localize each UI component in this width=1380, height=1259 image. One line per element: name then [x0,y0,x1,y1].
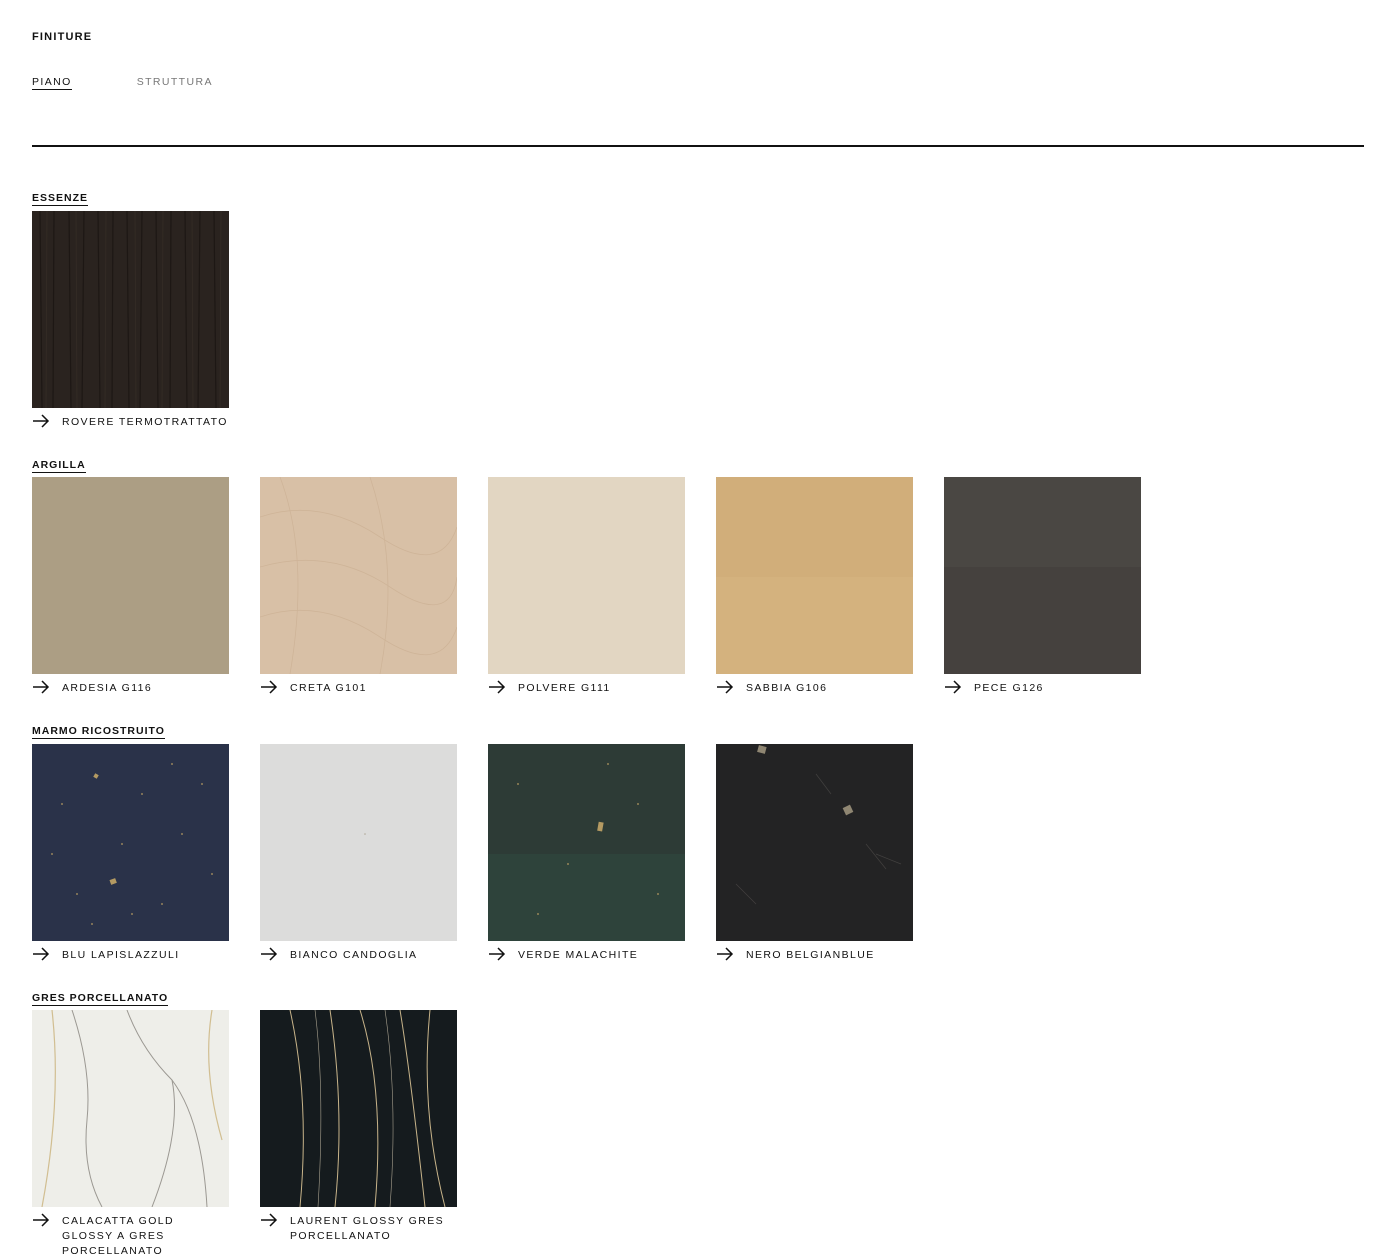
section-title-marmo-ricostruito: MARMO RICOSTRUITO [32,725,165,739]
tab-piano[interactable]: PIANO [32,76,72,90]
finish-name: NERO BELGIANBLUE [746,949,875,961]
finish-label: BIANCO CANDOGLIA [260,947,457,963]
finish-name: CALACATTA GOLD GLOSSY A GRES PORCELLANAT… [62,1215,174,1257]
finish-label: POLVERE G111 [488,680,685,696]
finish-name: ARDESIA G116 [62,682,153,694]
finish-item-creta-g101[interactable]: CRETA G101 [260,477,457,696]
arrow-right-icon [261,947,278,961]
finish-swatch [716,744,913,941]
finish-name: POLVERE G111 [518,682,611,694]
finish-item-sabbia-g106[interactable]: SABBIA G106 [716,477,913,696]
finish-name: CRETA G101 [290,682,367,694]
finish-swatch [260,1010,457,1207]
finish-swatch [944,477,1141,674]
finish-item-nero-belgianblue[interactable]: NERO BELGIANBLUE [716,744,913,963]
finish-name: VERDE MALACHITE [518,949,639,961]
finish-name: LAURENT GLOSSY GRES PORCELLANATO [290,1215,445,1242]
section-row-argilla: ARDESIA G116 CRETA G101 POLVERE G111 SAB… [32,477,1141,696]
arrow-right-icon [489,680,506,694]
finish-item-bianco-candoglia[interactable]: BIANCO CANDOGLIA [260,744,457,963]
finish-swatch [488,477,685,674]
page-title: FINITURE [32,31,93,43]
finish-label: ARDESIA G116 [32,680,229,696]
finish-swatch [260,477,457,674]
finish-swatch [32,744,229,941]
section-row-essenze: ROVERE TERMOTRATTATO [32,211,229,430]
finish-label: ROVERE TERMOTRATTATO [32,414,229,430]
section-title-gres-porcellanato: GRES PORCELLANATO [32,992,169,1006]
finish-name: ROVERE TERMOTRATTATO [62,416,228,428]
arrow-right-icon [261,1213,278,1227]
finish-label: VERDE MALACHITE [488,947,685,963]
section-title-argilla: ARGILLA [32,459,86,473]
finish-swatch [32,211,229,408]
finish-label: CRETA G101 [260,680,457,696]
finish-item-rovere-termotrattato[interactable]: ROVERE TERMOTRATTATO [32,211,229,430]
finish-swatch [488,744,685,941]
section-title-essenze: ESSENZE [32,192,89,206]
finish-name: BLU LAPISLAZZULI [62,949,180,961]
arrow-right-icon [33,1213,50,1227]
finish-swatch [260,744,457,941]
finish-item-laurent-glossy[interactable]: LAURENT GLOSSY GRES PORCELLANATO [260,1010,457,1259]
section-row-gres-porcellanato: CALACATTA GOLD GLOSSY A GRES PORCELLANAT… [32,1010,457,1259]
finish-item-ardesia-g116[interactable]: ARDESIA G116 [32,477,229,696]
finish-item-blu-lapislazzuli[interactable]: BLU LAPISLAZZULI [32,744,229,963]
finish-swatch [716,477,913,674]
finish-tabs: PIANO STRUTTURA [32,76,213,90]
arrow-right-icon [945,680,962,694]
arrow-right-icon [717,680,734,694]
finish-label: SABBIA G106 [716,680,913,696]
finish-label: LAURENT GLOSSY GRES PORCELLANATO [260,1213,457,1244]
finish-item-pece-g126[interactable]: PECE G126 [944,477,1141,696]
finish-item-verde-malachite[interactable]: VERDE MALACHITE [488,744,685,963]
finish-label: BLU LAPISLAZZULI [32,947,229,963]
finish-swatch [32,477,229,674]
arrow-right-icon [717,947,734,961]
finish-name: PECE G126 [974,682,1044,694]
finish-item-polvere-g111[interactable]: POLVERE G111 [488,477,685,696]
divider [32,145,1364,147]
finish-name: BIANCO CANDOGLIA [290,949,418,961]
finish-label: CALACATTA GOLD GLOSSY A GRES PORCELLANAT… [32,1213,229,1259]
arrow-right-icon [33,947,50,961]
arrow-right-icon [33,680,50,694]
arrow-right-icon [489,947,506,961]
finish-name: SABBIA G106 [746,682,828,694]
finish-label: NERO BELGIANBLUE [716,947,913,963]
section-row-marmo-ricostruito: BLU LAPISLAZZULI BIANCO CANDOGLIA VERDE … [32,744,913,963]
finish-label: PECE G126 [944,680,1141,696]
finish-item-calacatta-gold-glossy[interactable]: CALACATTA GOLD GLOSSY A GRES PORCELLANAT… [32,1010,229,1259]
arrow-right-icon [33,414,50,428]
arrow-right-icon [261,680,278,694]
finish-swatch [32,1010,229,1207]
tab-struttura[interactable]: STRUTTURA [137,76,213,90]
